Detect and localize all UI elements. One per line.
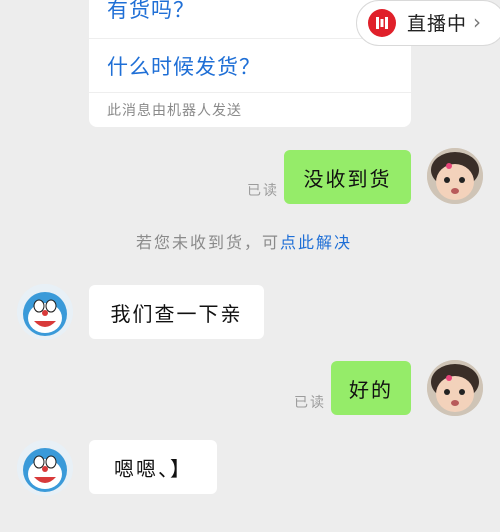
live-stream-icon [368,9,396,37]
live-badge-button[interactable]: 直播中 › [356,0,500,46]
bot-footnote: 此消息由机器人发送 [107,103,242,119]
shop-avatar[interactable] [17,440,73,496]
message-bubble-sent[interactable]: 好的 [331,361,411,415]
user-avatar[interactable] [427,360,483,416]
resolve-link[interactable]: 点此解决 [280,233,352,252]
message-bubble-sent[interactable]: 没收到货 [284,150,411,204]
read-receipt: 已读 [247,183,279,199]
notice-text: 若您未收到货，可 [136,233,281,252]
chevron-right-icon: › [473,10,481,34]
question-item-shipping-time[interactable]: 什么时候发货？ [107,51,261,81]
question-item-stock[interactable]: 有货吗？ [107,0,195,24]
delivery-notice: 若您未收到货，可点此解决 [136,229,352,253]
divider [89,92,411,93]
message-bubble-received[interactable]: 我们查一下亲 [89,285,264,339]
shop-avatar[interactable] [17,284,73,340]
message-bubble-received[interactable]: 嗯嗯、】 [89,440,217,494]
read-receipt: 已读 [294,395,326,411]
live-label: 直播中 [407,13,468,35]
user-avatar[interactable] [427,148,483,204]
